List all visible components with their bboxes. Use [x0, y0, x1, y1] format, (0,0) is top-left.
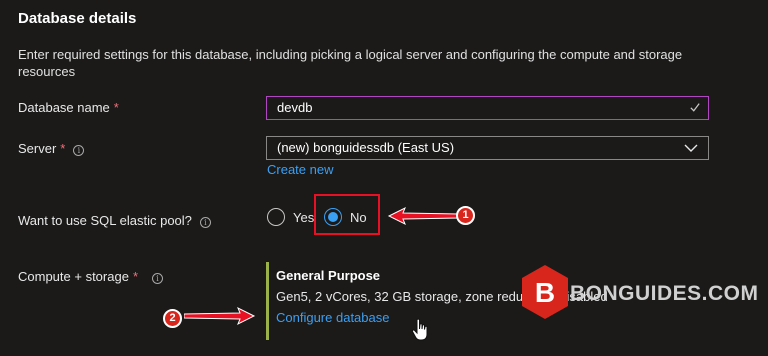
- annotation-arrow-icon: [184, 306, 256, 326]
- elastic-pool-label: Want to use SQL elastic pool? i: [18, 213, 211, 228]
- compute-storage-label: Compute + storage * i: [18, 269, 163, 284]
- info-icon[interactable]: i: [152, 273, 163, 284]
- required-asterisk: *: [60, 141, 66, 156]
- required-asterisk: *: [132, 269, 138, 284]
- radio-yes[interactable]: [267, 208, 285, 226]
- annotation-arrow-icon: [387, 206, 460, 226]
- annotation-highlight-box: [314, 194, 380, 235]
- hand-cursor-icon: [411, 318, 428, 341]
- server-select-value: (new) bonguidessdb (East US): [277, 140, 455, 155]
- server-select[interactable]: (new) bonguidessdb (East US): [266, 136, 709, 160]
- radio-yes-label[interactable]: Yes: [293, 210, 314, 225]
- check-icon: [690, 103, 700, 112]
- watermark-text: BONGUIDES.COM: [570, 282, 759, 305]
- svg-text:B: B: [535, 277, 555, 308]
- annotation-badge-2: 2: [163, 309, 182, 328]
- required-asterisk: *: [113, 100, 119, 115]
- database-name-input[interactable]: devdb: [266, 96, 709, 120]
- section-title: Database details: [18, 10, 137, 27]
- database-name-label: Database name *: [18, 100, 119, 115]
- compute-panel-bar: [266, 262, 269, 340]
- watermark-logo-icon: B: [522, 265, 568, 319]
- annotation-badge-1: 1: [456, 206, 475, 225]
- info-icon[interactable]: i: [199, 217, 211, 228]
- section-description: Enter required settings for this databas…: [18, 47, 683, 79]
- chevron-down-icon: [684, 144, 698, 152]
- compute-tier: General Purpose: [276, 268, 381, 283]
- configure-database-link[interactable]: Configure database: [276, 310, 389, 325]
- create-new-link[interactable]: Create new: [267, 162, 333, 177]
- info-icon[interactable]: i: [73, 145, 85, 156]
- database-name-value: devdb: [277, 100, 313, 115]
- server-label: Server * i: [18, 141, 85, 156]
